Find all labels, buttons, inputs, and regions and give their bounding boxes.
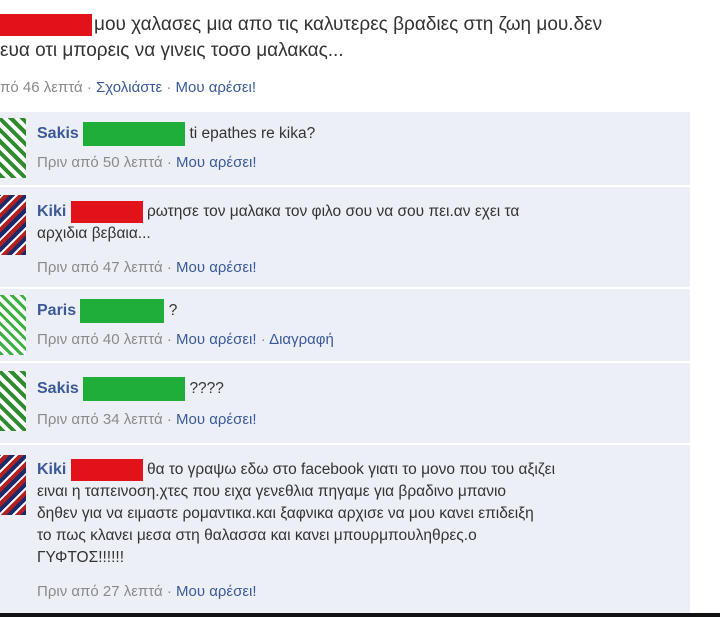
comment-text: ?	[168, 302, 178, 320]
post-text-line-1: μου χαλασες μια απο τις καλυτερες βραδιε…	[0, 14, 602, 36]
comment-item: Kiki ρωτησε τον μαλακα τον φιλο σου να σ…	[0, 187, 690, 289]
commenter-name[interactable]: Kiki	[37, 461, 66, 478]
avatar[interactable]	[0, 118, 26, 178]
commenter-name[interactable]: Kiki	[37, 203, 66, 220]
redacted-surname	[83, 122, 186, 146]
comment-text-line-2: ειναι η ταπεινοση.χτες που ειχα γενεθλια…	[37, 483, 507, 501]
like-link[interactable]: Μου αρέσει!	[176, 79, 257, 96]
post-text-line-2: ευα οτι μπορεις να γινεις τοσο μαλακας..…	[0, 40, 344, 61]
delete-link[interactable]: Διαγραφή	[269, 331, 334, 348]
avatar[interactable]	[0, 295, 26, 355]
comment-time: Πριν από 50 λεπτά	[37, 154, 163, 171]
avatar[interactable]	[0, 371, 26, 431]
like-link[interactable]: Μου αρέσει!	[176, 259, 257, 276]
avatar[interactable]	[0, 195, 26, 255]
comment-text-line-4: το πως κλανει μεσα στη θαλασσα και κανει…	[37, 527, 477, 545]
comment-meta: Πριν από 50 λεπτά · Μου αρέσει!	[37, 154, 257, 171]
comment-item: Sakis ti epathes re kika? Πριν από 50 λε…	[0, 112, 690, 187]
commenter-name[interactable]: Sakis	[37, 125, 79, 142]
comment-time: Πριν από 40 λεπτά	[37, 331, 163, 348]
post-text-1: μου χαλασες μια απο τις καλυτερες βραδιε…	[94, 14, 603, 36]
comment-link[interactable]: Σχολιάστε	[96, 79, 162, 96]
comment-item: Paris ? Πριν από 40 λεπτά · Μου αρέσει! …	[0, 289, 690, 363]
redacted-surname	[83, 377, 186, 401]
commenter-name[interactable]: Sakis	[37, 380, 79, 397]
post-meta: πό 46 λεπτά · Σχολιάστε · Μου αρέσει!	[0, 79, 256, 96]
redacted-surname	[70, 459, 143, 481]
comment-time: Πριν από 47 λεπτά	[37, 259, 163, 276]
redacted-surname	[80, 299, 165, 323]
commenter-name[interactable]: Paris	[37, 302, 76, 319]
comment-time: Πριν από 34 λεπτά	[37, 411, 163, 428]
comment-text-line-1: ρωτησε τον μαλακα τον φιλο σου να σου πε…	[146, 203, 520, 221]
like-link[interactable]: Μου αρέσει!	[176, 154, 257, 171]
comment-time: Πριν από 27 λεπτά	[37, 583, 163, 600]
comment-text-line-5: ΓΥΦΤΟΣ!!!!!!	[37, 549, 125, 567]
comment-text: ti epathes re kika?	[189, 125, 316, 143]
comment-meta: Πριν από 40 λεπτά · Μου αρέσει! · Διαγρα…	[37, 331, 334, 348]
comment-meta: Πριν από 34 λεπτά · Μου αρέσει!	[37, 411, 257, 428]
comment-text-line-1: θα το γραψω εδω στο facebook γιατι το μο…	[146, 461, 556, 479]
comment-text-line-2: αρχιδια βεβαια...	[37, 225, 151, 243]
like-link[interactable]: Μου αρέσει!	[176, 583, 257, 600]
meta-separator: ·	[166, 79, 176, 96]
comment-item: Kiki θα το γραψω εδω στο facebook γιατι …	[0, 445, 690, 615]
redacted-surname	[70, 201, 143, 223]
meta-separator: ·	[86, 79, 96, 96]
comment-text-line-3: δηθεν για να ειμαστε ρομαντικα.και ξαφνι…	[37, 505, 534, 523]
avatar[interactable]	[0, 455, 26, 515]
comment-meta: Πριν από 47 λεπτά · Μου αρέσει!	[37, 259, 257, 276]
like-link[interactable]: Μου αρέσει!	[176, 411, 257, 428]
like-link[interactable]: Μου αρέσει!	[176, 331, 257, 348]
comment-meta: Πριν από 27 λεπτά · Μου αρέσει!	[37, 583, 257, 600]
comment-text: ????	[189, 380, 224, 398]
post-time: πό 46 λεπτά	[0, 79, 83, 96]
redacted-author-name	[0, 14, 92, 36]
bottom-border	[0, 613, 720, 617]
comment-item: Sakis ???? Πριν από 34 λεπτά · Μου αρέσε…	[0, 363, 690, 445]
